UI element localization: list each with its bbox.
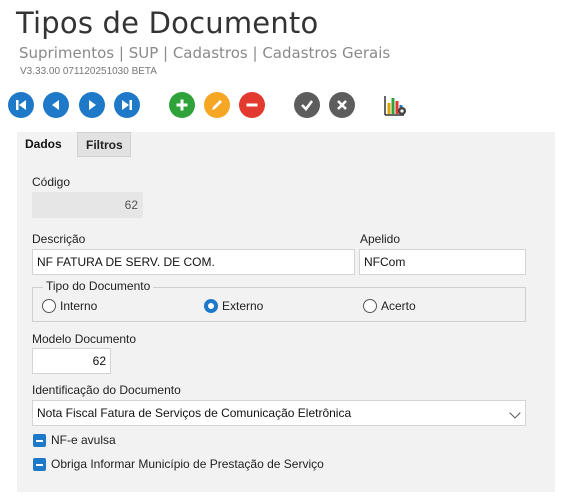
modelo-field[interactable]: 62 xyxy=(32,348,111,374)
codigo-label: Código xyxy=(32,175,71,189)
checkbox-nfe-avulsa[interactable]: NF-e avulsa xyxy=(33,433,116,447)
radio-acerto-circle[interactable] xyxy=(363,299,377,313)
identificacao-value: Nota Fiscal Fatura de Serviços de Comuni… xyxy=(37,406,352,420)
confirm-icon[interactable] xyxy=(294,92,320,118)
descricao-field[interactable]: NF FATURA DE SERV. DE COM. xyxy=(32,249,355,275)
identificacao-select[interactable]: Nota Fiscal Fatura de Serviços de Comuni… xyxy=(32,400,526,426)
modelo-label: Modelo Documento xyxy=(32,332,137,346)
previous-record-icon[interactable] xyxy=(43,92,69,118)
checkbox-municipio-label: Obriga Informar Município de Prestação d… xyxy=(51,457,324,471)
add-icon[interactable] xyxy=(169,92,195,118)
tab-filtros[interactable]: Filtros xyxy=(77,132,131,157)
radio-acerto-label: Acerto xyxy=(381,299,416,313)
next-record-icon[interactable] xyxy=(79,92,105,118)
checkbox-nfe-avulsa-label: NF-e avulsa xyxy=(51,433,116,447)
checkbox-municipio-box[interactable] xyxy=(33,457,46,471)
toolbar xyxy=(0,89,571,121)
breadcrumb: Suprimentos | SUP | Cadastros | Cadastro… xyxy=(19,44,391,62)
cancel-icon[interactable] xyxy=(329,92,355,118)
identificacao-label: Identificação do Documento xyxy=(32,383,181,397)
edit-icon[interactable] xyxy=(204,92,230,118)
chart-settings-icon[interactable] xyxy=(382,92,408,118)
descricao-label: Descrição xyxy=(32,232,86,246)
tipo-documento-legend: Tipo do Documento xyxy=(43,279,154,293)
radio-interno-circle[interactable] xyxy=(42,299,56,313)
version-label: V3.33.00 071120251030 BETA xyxy=(20,66,157,77)
page-header: Tipos de Documento Suprimentos | SUP | C… xyxy=(0,0,571,86)
radio-acerto[interactable]: Acerto xyxy=(363,299,416,313)
delete-icon[interactable] xyxy=(239,92,265,118)
radio-externo-label: Externo xyxy=(222,299,264,313)
radio-interno-label: Interno xyxy=(60,299,98,313)
page-title: Tipos de Documento xyxy=(16,6,319,40)
chevron-down-icon[interactable] xyxy=(509,407,521,419)
apelido-label: Apelido xyxy=(360,232,401,246)
first-record-icon[interactable] xyxy=(8,92,34,118)
radio-externo-circle[interactable] xyxy=(204,299,218,313)
radio-interno[interactable]: Interno xyxy=(42,299,97,313)
apelido-field[interactable]: NFCom xyxy=(359,249,526,275)
tab-dados[interactable]: Dados xyxy=(17,132,75,157)
codigo-field: 62 xyxy=(32,192,143,218)
last-record-icon[interactable] xyxy=(114,92,140,118)
checkbox-nfe-avulsa-box[interactable] xyxy=(33,433,46,447)
radio-externo[interactable]: Externo xyxy=(204,299,263,313)
checkbox-municipio[interactable]: Obriga Informar Município de Prestação d… xyxy=(33,457,324,471)
